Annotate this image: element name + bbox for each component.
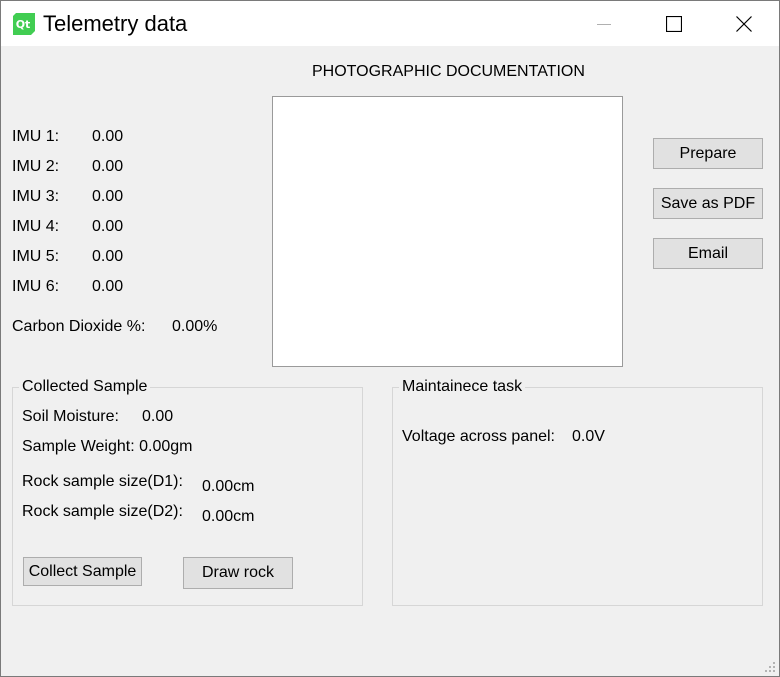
co2-value: 0.00% xyxy=(172,318,218,335)
draw-rock-button[interactable]: Draw rock xyxy=(183,557,293,589)
collected-sample-title: Collected Sample xyxy=(19,377,151,397)
imu-1-label: IMU 1: xyxy=(12,128,60,145)
qt-logo-icon: Qt xyxy=(13,13,35,35)
window-title: Telemetry data xyxy=(43,11,188,36)
soil-moisture-label: Soil Moisture: xyxy=(22,408,119,425)
voltage-label: Voltage across panel: xyxy=(402,428,555,445)
imu-5-value: 0.00 xyxy=(92,248,124,265)
save-as-pdf-button[interactable]: Save as PDF xyxy=(653,188,763,219)
prepare-button[interactable]: Prepare xyxy=(653,138,763,169)
rock-d2-value: 0.00cm xyxy=(202,508,255,525)
collect-sample-button[interactable]: Collect Sample xyxy=(23,557,142,586)
rock-d2-label: Rock sample size(D2): xyxy=(22,503,183,520)
imu-5-label: IMU 5: xyxy=(12,248,60,265)
resize-grip-icon[interactable] xyxy=(764,661,776,673)
svg-text:Qt: Qt xyxy=(16,18,31,31)
voltage-value: 0.0V xyxy=(572,428,605,445)
rock-d1-label: Rock sample size(D1): xyxy=(22,473,183,490)
main-window: Qt Telemetry data PHOTOGRAPHIC DOCUMENTA… xyxy=(0,0,780,677)
title-bar[interactable]: Qt Telemetry data xyxy=(1,1,779,46)
imu-1-value: 0.00 xyxy=(92,128,124,145)
imu-3-label: IMU 3: xyxy=(12,188,60,205)
minimize-icon xyxy=(597,23,611,25)
maintenance-title: Maintainece task xyxy=(399,377,526,397)
rock-d1-value: 0.00cm xyxy=(202,478,255,495)
email-button[interactable]: Email xyxy=(653,238,763,269)
imu-3-value: 0.00 xyxy=(92,188,124,205)
close-button[interactable] xyxy=(721,1,767,46)
maximize-icon xyxy=(666,15,682,32)
imu-2-label: IMU 2: xyxy=(12,158,60,175)
photo-heading: PHOTOGRAPHIC DOCUMENTATION xyxy=(312,63,585,80)
imu-6-label: IMU 6: xyxy=(12,278,60,295)
imu-2-value: 0.00 xyxy=(92,158,124,175)
imu-4-label: IMU 4: xyxy=(12,218,60,235)
soil-moisture-value: 0.00 xyxy=(142,408,174,425)
maximize-button[interactable] xyxy=(651,1,697,46)
co2-label: Carbon Dioxide %: xyxy=(12,318,146,335)
minimize-button[interactable] xyxy=(581,1,627,46)
close-icon xyxy=(736,15,752,32)
imu-6-value: 0.00 xyxy=(92,278,124,295)
photo-display xyxy=(272,96,623,367)
imu-4-value: 0.00 xyxy=(92,218,124,235)
sample-weight: Sample Weight: 0.00gm xyxy=(22,438,193,455)
maintenance-group xyxy=(392,387,763,606)
